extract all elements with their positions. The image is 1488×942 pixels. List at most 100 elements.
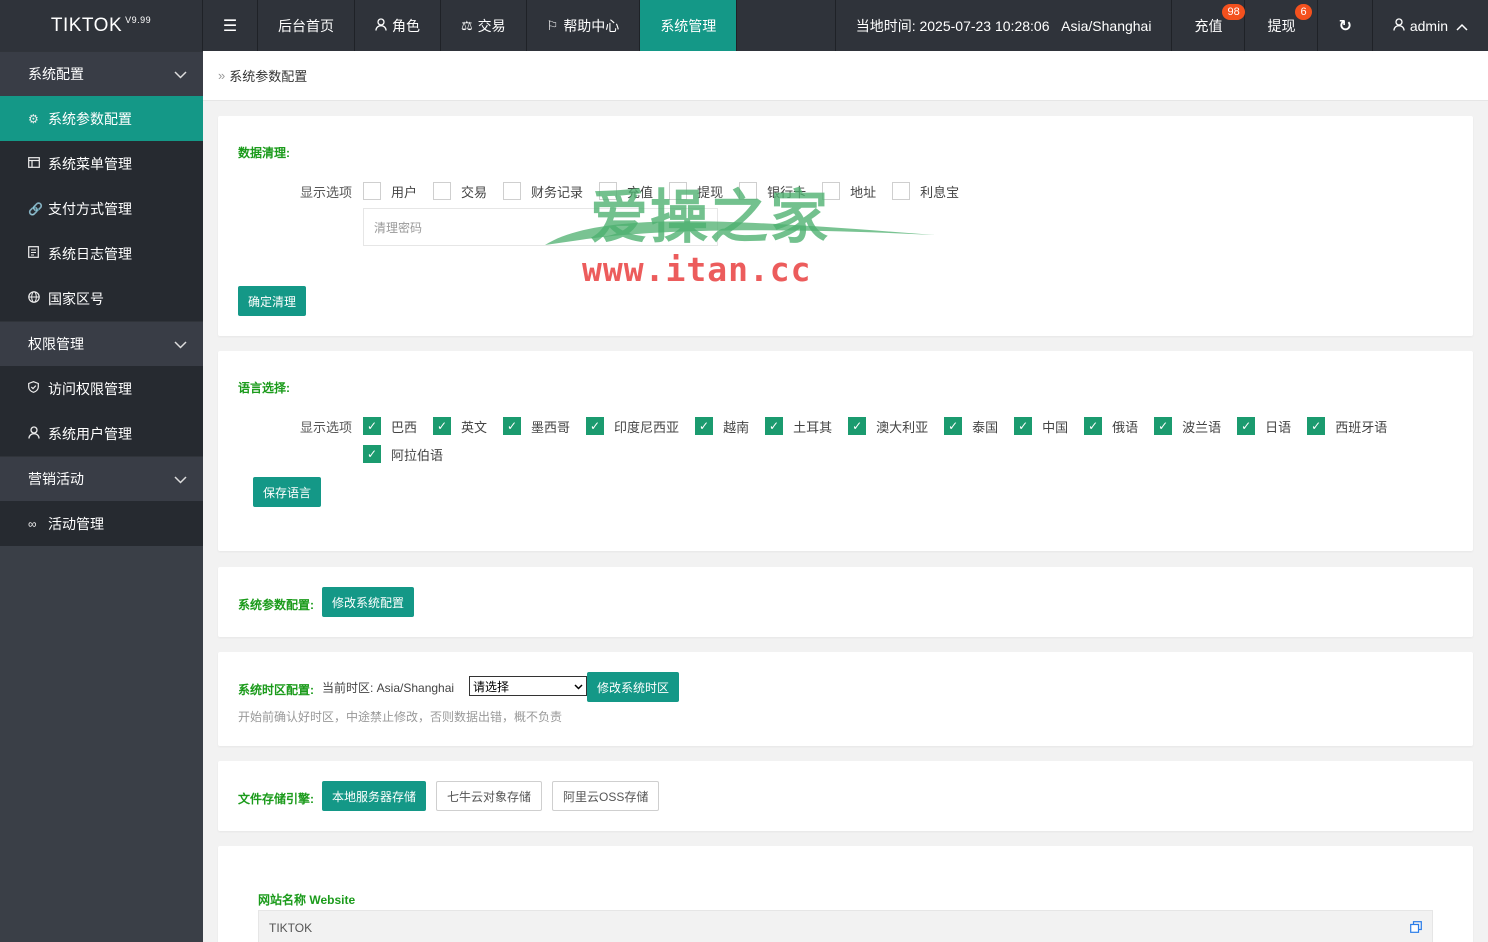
sidebar-item-label: 国家区号: [48, 290, 104, 307]
checkbox[interactable]: ✓: [944, 417, 963, 435]
option-label: 中国: [1042, 419, 1069, 435]
sidebar-group-label: 营销活动: [28, 471, 84, 487]
timezone-select[interactable]: 请选择: [469, 676, 587, 696]
sidebar-item-access[interactable]: 访问权限管理: [0, 366, 203, 411]
storage-title: 文件存储引擎:: [238, 792, 314, 806]
time-value: 2025-07-23 10:28:06: [919, 17, 1050, 34]
timezone-title: 系统时区配置:: [238, 683, 314, 697]
lang-option[interactable]: ✓ 越南: [695, 412, 749, 440]
sidebar-item-menu-manage[interactable]: 系统菜单管理: [0, 141, 203, 186]
refresh-button[interactable]: ↻: [1318, 0, 1373, 51]
lang-option[interactable]: ✓ 墨西哥: [503, 412, 570, 440]
checkbox[interactable]: ✓: [1154, 417, 1173, 435]
checkbox[interactable]: ✓: [695, 417, 714, 435]
clean-option-trade[interactable]: 交易: [433, 177, 487, 205]
infinity-icon: ∞: [28, 516, 37, 531]
checkbox[interactable]: [669, 182, 688, 200]
lang-option[interactable]: ✓ 印度尼西亚: [586, 412, 679, 440]
recharge-label: 充值: [1194, 17, 1223, 34]
storage-card: 文件存储引擎: 本地服务器存储 七牛云对象存储 阿里云OSS存储: [218, 761, 1473, 831]
checkbox[interactable]: ✓: [363, 417, 381, 435]
clean-option-bankcard[interactable]: 银行卡: [739, 177, 806, 205]
checkbox[interactable]: [892, 182, 911, 200]
lang-option[interactable]: ✓ 巴西: [363, 412, 417, 440]
website-name-value: TIKTOK: [269, 921, 313, 935]
clean-option-interest[interactable]: 利息宝: [892, 177, 959, 205]
nav-home[interactable]: 后台首页: [258, 0, 355, 51]
checkbox[interactable]: ✓: [1307, 417, 1326, 435]
sidebar-item-payment[interactable]: 🔗 支付方式管理: [0, 186, 203, 231]
checkbox[interactable]: [822, 182, 841, 200]
lang-option[interactable]: ✓ 英文: [433, 412, 487, 440]
checkbox[interactable]: ✓: [503, 417, 522, 435]
recharge-button[interactable]: 充值 98: [1172, 0, 1246, 51]
shield-icon: [28, 381, 46, 396]
modify-timezone-button[interactable]: 修改系统时区: [587, 672, 680, 702]
sidebar-item-system-params[interactable]: ⚙ 系统参数配置: [0, 96, 203, 141]
sidebar-item-logs[interactable]: 系统日志管理: [0, 231, 203, 276]
copy-icon[interactable]: [1410, 920, 1422, 936]
checkbox[interactable]: ✓: [1084, 417, 1103, 435]
sidebar-group-marketing[interactable]: 营销活动: [0, 456, 203, 501]
sidebar-item-label: 支付方式管理: [48, 200, 132, 217]
option-label: 巴西: [391, 419, 418, 435]
lang-option[interactable]: ✓ 日语: [1237, 412, 1291, 440]
checkbox[interactable]: ✓: [363, 445, 381, 463]
sidebar-item-users[interactable]: 系统用户管理: [0, 411, 203, 456]
lang-option[interactable]: ✓ 中国: [1014, 412, 1068, 440]
sidebar-item-country-code[interactable]: 国家区号: [0, 276, 203, 321]
save-language-button[interactable]: 保存语言: [253, 477, 321, 507]
checkbox[interactable]: ✓: [586, 417, 605, 435]
flag-icon: ⚐: [546, 17, 559, 33]
user-menu[interactable]: admin: [1373, 0, 1488, 51]
lang-option[interactable]: ✓ 泰国: [944, 412, 998, 440]
sidebar-item-activities[interactable]: ∞ 活动管理: [0, 501, 203, 546]
user-icon: [1393, 17, 1405, 34]
clean-option-withdraw[interactable]: 提现: [669, 177, 723, 205]
storage-local-button[interactable]: 本地服务器存储: [322, 781, 427, 811]
lang-option[interactable]: ✓ 土耳其: [765, 412, 832, 440]
nav-system[interactable]: 系统管理: [640, 0, 738, 51]
option-label: 利息宝: [920, 184, 960, 200]
checkbox[interactable]: [363, 182, 381, 200]
website-name-input[interactable]: TIKTOK: [258, 910, 1433, 942]
nav-role[interactable]: 角色: [355, 0, 441, 51]
checkbox[interactable]: ✓: [1014, 417, 1033, 435]
sidebar-item-label: 系统日志管理: [48, 245, 132, 262]
sidebar-group-permissions[interactable]: 权限管理: [0, 321, 203, 366]
checkbox[interactable]: ✓: [433, 417, 452, 435]
modify-system-config-button[interactable]: 修改系统配置: [322, 587, 415, 617]
storage-qiniu-button[interactable]: 七牛云对象存储: [436, 781, 543, 811]
chevron-down-icon: [174, 66, 187, 82]
log-icon: [28, 246, 46, 261]
lang-option[interactable]: ✓ 西班牙语: [1307, 412, 1387, 440]
clean-option-finance[interactable]: 财务记录: [503, 177, 583, 205]
lang-option[interactable]: ✓ 阿拉伯语: [363, 440, 443, 468]
clean-option-address[interactable]: 地址: [822, 177, 876, 205]
lang-option[interactable]: ✓ 俄语: [1084, 412, 1138, 440]
option-label: 交易: [461, 184, 488, 200]
clean-option-recharge[interactable]: 充值: [599, 177, 653, 205]
sidebar-group-system-config[interactable]: 系统配置: [0, 51, 203, 96]
lang-option[interactable]: ✓ 澳大利亚: [848, 412, 928, 440]
withdraw-button[interactable]: 提现 6: [1245, 0, 1319, 51]
clean-option-user[interactable]: 用户: [363, 177, 417, 205]
checkbox[interactable]: ✓: [1237, 417, 1256, 435]
confirm-clean-button[interactable]: 确定清理: [238, 286, 306, 316]
checkbox[interactable]: ✓: [765, 417, 784, 435]
checkbox[interactable]: [739, 182, 758, 200]
checkbox[interactable]: [599, 182, 618, 200]
lang-option[interactable]: ✓ 波兰语: [1154, 412, 1221, 440]
storage-aliyun-button[interactable]: 阿里云OSS存储: [552, 781, 660, 811]
menu-toggle-button[interactable]: ☰: [203, 0, 258, 51]
clean-password-input[interactable]: 清理密码: [363, 208, 718, 246]
app-logo[interactable]: TIKTOK V9.99: [0, 0, 203, 51]
nav-trade[interactable]: ⚖ 交易: [441, 0, 527, 51]
withdraw-badge: 6: [1295, 4, 1312, 20]
checkbox[interactable]: [433, 182, 452, 200]
option-label: 用户: [391, 184, 418, 200]
user-name: admin: [1409, 17, 1448, 34]
nav-help[interactable]: ⚐ 帮助中心: [527, 0, 641, 51]
checkbox[interactable]: ✓: [848, 417, 867, 435]
checkbox[interactable]: [503, 182, 522, 200]
